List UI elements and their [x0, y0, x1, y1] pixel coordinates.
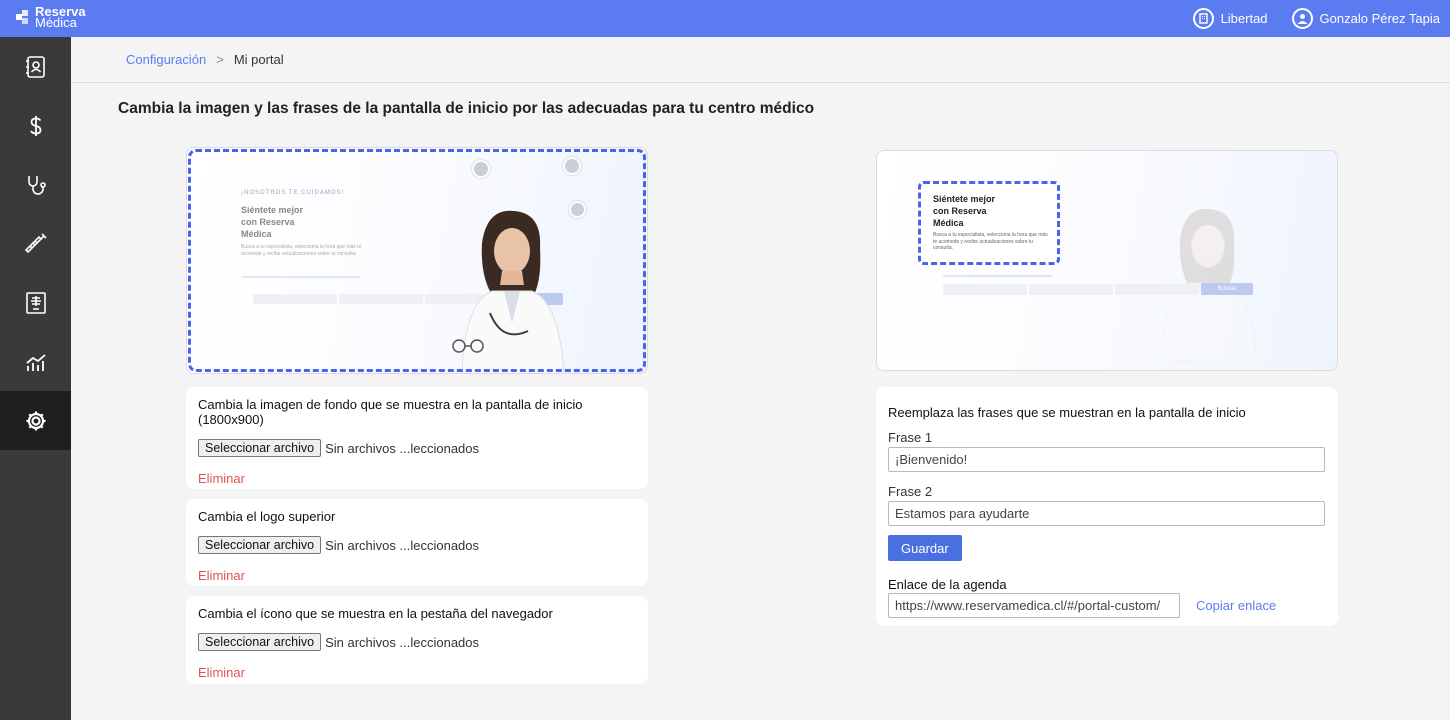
delete-favicon-link[interactable]: Eliminar: [198, 665, 245, 680]
breadcrumb-configuracion[interactable]: Configuración: [126, 52, 206, 67]
right-preview-field-2: [1029, 284, 1113, 295]
breadcrumb-current: Mi portal: [233, 52, 284, 67]
delete-logo-link[interactable]: Eliminar: [198, 568, 245, 583]
user-name: Gonzalo Pérez Tapia: [1319, 11, 1440, 26]
upload-card-logo: Cambia el logo superior Seleccionar arch…: [186, 499, 648, 586]
right-preview-headline-2: con Reserva: [933, 206, 987, 216]
right-preview-subtext: Busca a tu especialista, selecciona la h…: [933, 232, 1048, 251]
sidebar-item-doctors[interactable]: [0, 155, 71, 214]
select-file-button[interactable]: Seleccionar archivo: [198, 536, 322, 554]
upload-card-title: Cambia la imagen de fondo que se muestra…: [198, 397, 583, 427]
phrase-1-input[interactable]: [888, 447, 1325, 472]
agenda-link-label: Enlace de la agenda: [888, 577, 1007, 592]
phrase-2-label: Frase 2: [888, 484, 933, 499]
dollar-icon: [29, 115, 41, 136]
sidebar: [0, 37, 71, 720]
contacts-book-icon: [25, 55, 45, 78]
logo[interactable]: Reserva Médica: [14, 5, 86, 29]
select-file-button[interactable]: Seleccionar archivo: [198, 633, 322, 651]
user-icon: [1291, 8, 1313, 29]
phrases-preview: Buscar Siéntete mejor con Reserva Médica…: [876, 150, 1338, 371]
center-selector[interactable]: Libertad: [1192, 8, 1268, 29]
sidebar-item-reports[interactable]: [0, 332, 71, 391]
agenda-link-input[interactable]: [888, 593, 1180, 618]
phrases-form-card: Reemplaza las frases que se muestran en …: [876, 387, 1338, 626]
gear-icon: [26, 411, 45, 430]
right-preview-tab-line: [943, 275, 1053, 277]
background-highlight-frame: [188, 149, 646, 372]
upload-card-favicon: Cambia el ícono que se muestra en la pes…: [186, 596, 648, 684]
right-preview-headline-3: Médica: [933, 218, 964, 228]
phrases-form-title: Reemplaza las frases que se muestran en …: [888, 405, 1246, 420]
syringe-icon: [24, 232, 47, 253]
user-menu[interactable]: Gonzalo Pérez Tapia: [1291, 8, 1440, 29]
save-button[interactable]: Guardar: [888, 535, 962, 561]
sidebar-item-contacts[interactable]: [0, 37, 71, 96]
delete-background-link[interactable]: Eliminar: [198, 471, 245, 486]
sidebar-item-settings[interactable]: [0, 391, 71, 450]
file-status: Sin archivos ...leccionados: [325, 440, 480, 456]
right-preview-field-1: [943, 284, 1027, 295]
sidebar-item-billing[interactable]: [0, 96, 71, 155]
copy-link-button[interactable]: Copiar enlace: [1196, 598, 1276, 613]
phrase-1-label: Frase 1: [888, 430, 933, 445]
chart-icon: [25, 353, 46, 371]
file-status: Sin archivos ...leccionados: [325, 634, 480, 650]
stethoscope-icon: [27, 175, 46, 195]
page-title: Cambia la imagen y las frases de la pant…: [118, 100, 815, 117]
phrases-highlight-frame: Siéntete mejor con Reserva Médica Busca …: [918, 181, 1060, 265]
right-preview-search-button: Buscar: [1201, 283, 1253, 295]
sidebar-item-exams[interactable]: [0, 273, 71, 332]
sidebar-item-procedures[interactable]: [0, 214, 71, 273]
upload-card-background: Cambia la imagen de fondo que se muestra…: [186, 387, 648, 489]
right-preview-headline-1: Siéntete mejor: [933, 194, 996, 204]
building-icon: [1192, 8, 1214, 29]
select-file-button[interactable]: Seleccionar archivo: [198, 439, 322, 457]
right-preview-field-3: [1115, 284, 1199, 295]
file-status: Sin archivos ...leccionados: [325, 537, 480, 553]
breadcrumb: Configuración > Mi portal: [71, 37, 1450, 83]
xray-icon: [25, 291, 46, 314]
breadcrumb-separator: >: [216, 52, 224, 67]
center-name: Libertad: [1220, 11, 1268, 26]
top-bar: Reserva Médica Libertad Gonzalo Pérez Ta…: [0, 0, 1450, 37]
upload-card-title: Cambia el ícono que se muestra en la pes…: [198, 606, 553, 621]
logo-icon: [16, 10, 28, 24]
background-image-preview: ¡NOSOTROS TE CUIDAMOS! Siéntete mejor co…: [186, 147, 648, 374]
doctor-illustration-faded: [1161, 208, 1257, 362]
upload-card-title: Cambia el logo superior: [198, 509, 336, 524]
right-preview-headline: Siéntete mejor con Reserva Médica: [933, 193, 995, 229]
phrase-2-input[interactable]: [888, 501, 1325, 526]
